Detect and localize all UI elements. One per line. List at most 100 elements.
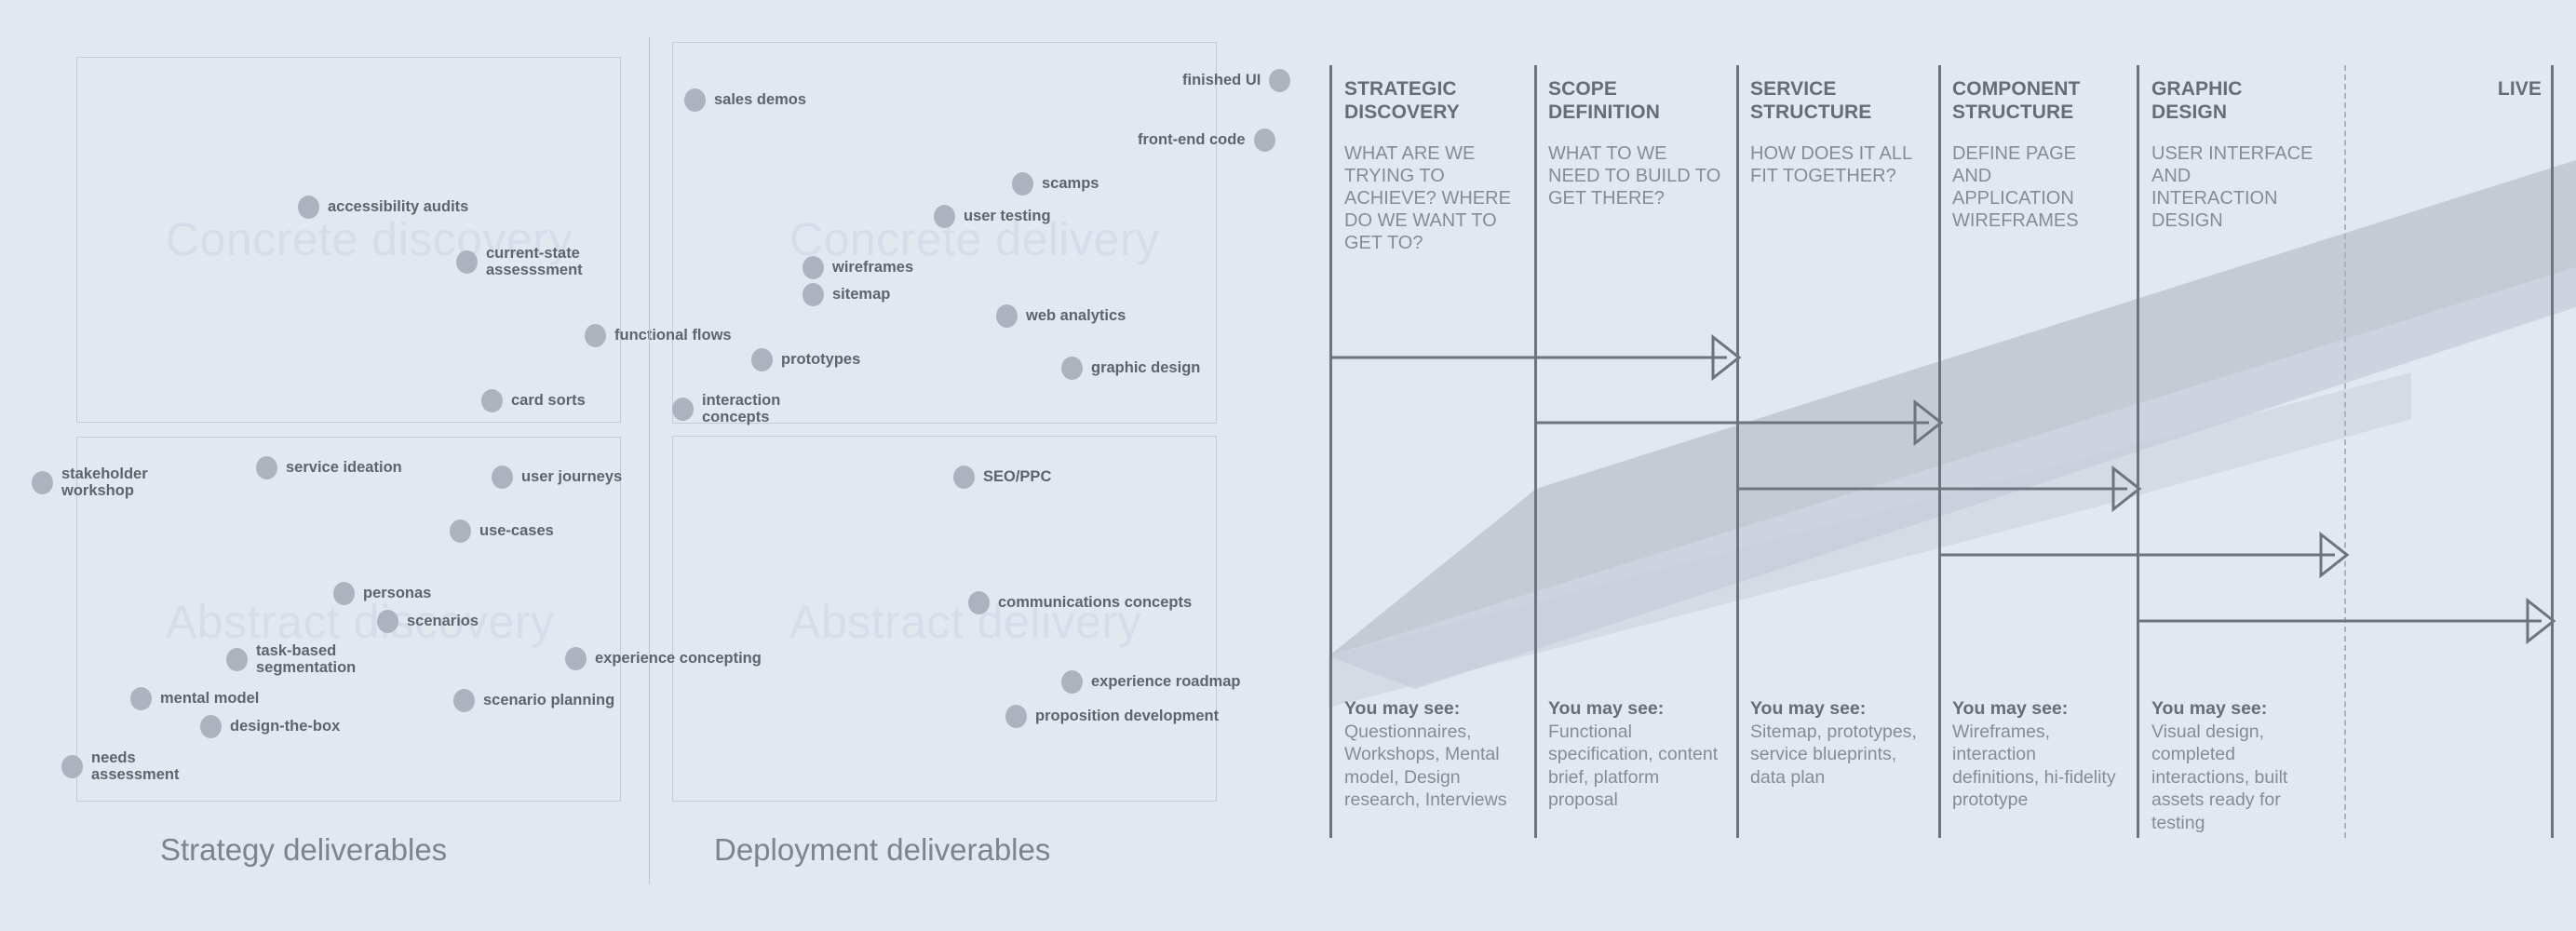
deliverable-bubble[interactable]: proposition development [1005,705,1219,728]
deliverable-label: use-cases [479,522,554,540]
deliverable-bubble[interactable]: design-the-box [200,715,340,738]
phase-title-graphic-design: GRAPHIC DESIGN [2151,78,2243,123]
bubble-dot-icon [684,88,706,112]
deliverable-bubble[interactable]: web analytics [996,304,1126,328]
bubble-dot-icon [751,348,773,371]
you-may-see-text-3: Sitemap, prototypes, service blueprints,… [1750,721,1917,788]
deliverable-label: sales demos [714,91,807,109]
bubble-dot-icon [226,647,248,671]
bubble-dot-icon [61,754,83,778]
deliverable-label: design-the-box [230,718,341,735]
deliverable-bubble[interactable]: communications concepts [968,591,1192,614]
deliverable-label: card sorts [511,392,586,410]
bubble-dot-icon [802,256,824,279]
deliverable-label: personas [363,585,432,602]
you-may-see-service-structure: You may see: Sitemap, prototypes, servic… [1750,697,1929,789]
deliverable-bubble[interactable]: wireframes [802,256,913,279]
deliverable-label: proposition development [1035,708,1220,725]
bubble-dot-icon [996,304,1018,328]
bubble-dot-icon [450,519,471,543]
deliverable-label: mental model [160,690,260,708]
deliverable-bubble[interactable]: graphic design [1061,357,1200,380]
phase-question-graphic-design: USER INTERFACE AND INTERACTION DESIGN [2151,143,2313,231]
deliverable-label: finished UI [1182,72,1261,89]
deliverable-bubble[interactable]: service ideation [256,456,402,479]
deliverable-label: needs assessment [91,749,180,784]
deliverable-bubble[interactable]: current-state assesssment [456,245,602,279]
phase-question-scope-definition: WHAT TO WE NEED TO BUILD TO GET THERE? [1548,143,1721,209]
deliverable-bubble[interactable]: scenario planning [453,689,614,712]
phase-title-strategic-discovery: STRATEGIC DISCOVERY [1344,78,1460,123]
deliverable-bubble[interactable]: SEO/PPC [953,466,1051,489]
deliverable-bubble[interactable]: accessibility audits [298,196,468,219]
section-title-strategy: Strategy deliverables [160,832,448,867]
deliverable-bubble[interactable]: experience concepting [565,647,762,670]
bubble-dot-icon [585,324,606,347]
you-may-see-text-1: Questionnaires, Workshops, Mental model,… [1344,721,1507,811]
deliverable-bubble[interactable]: finished UI [1182,69,1291,92]
bubble-dot-icon [200,715,222,738]
you-may-see-text-4: Wireframes, interaction definitions, hi-… [1952,721,2116,811]
deliverable-label: accessibility audits [328,198,469,216]
deliverable-bubble[interactable]: interaction concepts [672,392,818,426]
deliverable-label: scenarios [407,613,479,630]
column-rule-2 [1534,65,1537,838]
deliverable-label: user journeys [521,468,623,486]
bubble-dot-icon [298,196,319,219]
deliverable-label: graphic design [1091,359,1201,377]
deliverable-bubble[interactable]: needs assessment [61,749,208,784]
bubble-dot-icon [456,250,478,274]
column-rule-5 [2137,65,2139,838]
deliverable-bubble[interactable]: functional flows [585,324,732,347]
deliverable-bubble[interactable]: scenarios [377,610,479,633]
deliverable-label: prototypes [781,351,861,369]
deliverable-label: web analytics [1026,307,1126,325]
deliverable-label: experience roadmap [1091,673,1241,691]
section-title-deployment: Deployment deliverables [714,832,1051,867]
bubble-dot-icon [256,456,277,479]
deliverable-bubble[interactable]: prototypes [751,348,860,371]
deliverable-bubble[interactable]: sitemap [802,283,890,306]
deliverable-label: stakeholder workshop [61,466,148,500]
deliverable-bubble[interactable]: stakeholder workshop [32,466,178,500]
deliverables-matrix: Concrete discovery Concrete delivery Abs… [0,0,1303,931]
you-may-see-component-structure: You may see: Wireframes, interaction def… [1952,697,2124,812]
deliverable-bubble[interactable]: task-based segmentation [226,642,372,677]
you-may-see-label-1: You may see: [1344,698,1461,719]
deliverable-bubble[interactable]: scamps [1012,172,1099,196]
bubble-dot-icon [672,397,694,421]
deliverable-bubble[interactable]: sales demos [684,88,806,112]
bubble-dot-icon [802,283,824,306]
column-rule-3 [1736,65,1739,838]
deliverable-bubble[interactable]: experience roadmap [1061,670,1241,694]
deliverable-bubble[interactable]: card sorts [481,389,586,412]
phase-title-live: LIVE [2497,78,2542,100]
deliverable-label: functional flows [614,327,732,344]
bubble-dot-icon [453,689,475,712]
deliverable-bubble[interactable]: mental model [130,687,259,710]
you-may-see-label-5: You may see: [2151,698,2268,719]
bubble-dot-icon [377,610,398,633]
deliverable-bubble[interactable]: user testing [934,205,1051,228]
bubble-dot-icon [1012,172,1033,196]
you-may-see-graphic-design: You may see: Visual design, completed in… [2151,697,2328,834]
phase-question-service-structure: HOW DOES IT ALL FIT TOGETHER? [1750,143,1912,186]
deliverable-label: sitemap [832,286,891,304]
bubble-dot-icon [934,205,955,228]
phase-title-service-structure: SERVICE STRUCTURE [1750,78,1872,123]
bubble-dot-icon [1061,357,1083,380]
bubble-dot-icon [1269,69,1291,92]
deliverable-bubble[interactable]: front-end code [1138,128,1275,152]
column-rule-1 [1329,65,1332,838]
deliverable-label: task-based segmentation [256,642,357,677]
deliverable-label: current-state assesssment [486,245,583,279]
deliverable-bubble[interactable]: use-cases [450,519,554,543]
deliverable-label: wireframes [832,259,914,277]
diagram-canvas: Concrete discovery Concrete delivery Abs… [0,0,2576,931]
deliverable-bubble[interactable]: personas [333,582,431,605]
bubble-dot-icon [1005,705,1027,728]
phase-title-scope-definition: SCOPE DEFINITION [1548,78,1660,123]
deliverable-label: service ideation [286,459,402,477]
deliverable-bubble[interactable]: user journeys [492,466,622,489]
quadrant-abstract-delivery [672,436,1217,802]
